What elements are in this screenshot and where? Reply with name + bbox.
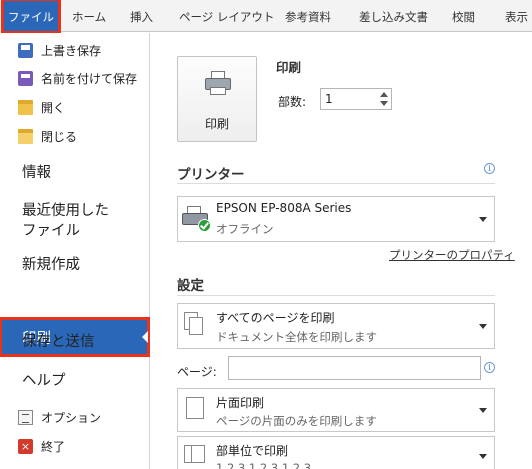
recent-line-2: ファイル (22, 223, 80, 239)
pages-input[interactable] (228, 356, 481, 380)
print-sides-title: 片面印刷 (216, 396, 265, 410)
save-as-label: 名前を付けて保存 (41, 71, 138, 86)
sidebar-item-new[interactable]: 新規作成 (22, 255, 80, 275)
print-button-label: 印刷 (204, 117, 229, 131)
printer-icon (205, 71, 231, 95)
options-icon (18, 409, 33, 425)
divider (177, 183, 495, 184)
tab-review[interactable]: 校閲 (452, 0, 475, 32)
chevron-down-icon[interactable] (380, 101, 388, 106)
printer-dropdown[interactable]: EPSON EP-808A Series オフライン (177, 196, 495, 242)
collate-icon (184, 445, 206, 469)
save-as-command[interactable]: 名前を付けて保存 (18, 67, 137, 89)
options-command[interactable]: オプション (18, 406, 101, 428)
settings-section-title: 設定 (177, 278, 204, 294)
collate-desc: 1,2,3 1,2,3 1,2,3 (216, 461, 312, 469)
recent-line-1: 最近使用した (22, 203, 109, 219)
exit-icon: × (18, 438, 33, 454)
print-button[interactable]: 印刷 (177, 56, 257, 142)
print-sides-dropdown[interactable]: 片面印刷 ページの片面のみを印刷します (177, 388, 495, 432)
dropdown-caret-icon (479, 408, 487, 413)
save-as-icon (18, 70, 33, 86)
tab-file[interactable]: ファイル (1, 0, 61, 34)
ribbon-tab-bar: ファイル ホーム 挿入 ページ レイアウト 参考資料 差し込み文書 校閲 表示 (0, 0, 532, 34)
tab-page-layout[interactable]: ページ レイアウト (179, 0, 274, 32)
close-folder-icon (18, 128, 33, 144)
printer-section-title: プリンター (177, 167, 245, 183)
divider (177, 295, 495, 296)
printer-status: オフライン (216, 222, 274, 236)
open-folder-icon (18, 99, 33, 115)
exit-label: 終了 (41, 439, 66, 454)
print-panel: 印刷 印刷 部数: 1 プリンター i EPSON EP-808A Series… (150, 33, 532, 469)
one-sided-icon (184, 397, 206, 423)
sidebar-item-recent[interactable]: 最近使用した ファイル (22, 201, 109, 241)
info-icon[interactable]: i (484, 163, 495, 174)
copies-label: 部数: (278, 95, 307, 109)
print-range-title: すべてのページを印刷 (216, 311, 335, 325)
save-label: 上書き保存 (41, 43, 102, 58)
close-label: 閉じる (41, 129, 78, 144)
tab-references[interactable]: 参考資料 (285, 0, 331, 32)
print-sides-desc: ページの片面のみを印刷します (216, 414, 377, 428)
print-title: 印刷 (276, 60, 302, 75)
print-range-dropdown[interactable]: すべてのページを印刷 ドキュメント全体を印刷します (177, 303, 495, 349)
printer-properties-link[interactable]: プリンターのプロパティ (389, 247, 515, 263)
exit-command[interactable]: × 終了 (18, 435, 65, 457)
tab-insert[interactable]: 挿入 (130, 0, 153, 32)
backstage-sidebar: 上書き保存 名前を付けて保存 開く 閉じる 情報 最近使用した ファイル 新規作… (0, 33, 150, 469)
save-command[interactable]: 上書き保存 (18, 39, 101, 61)
open-command[interactable]: 開く (18, 96, 65, 118)
tab-view[interactable]: 表示 (505, 0, 528, 32)
dropdown-caret-icon (479, 324, 487, 329)
sidebar-item-save-send[interactable]: 保存と送信 (22, 332, 95, 352)
all-pages-icon (184, 312, 206, 338)
options-label: オプション (41, 410, 102, 425)
sidebar-item-help[interactable]: ヘルプ (22, 371, 66, 391)
dropdown-caret-icon (479, 454, 487, 459)
printer-name: EPSON EP-808A Series (216, 201, 352, 215)
save-icon (18, 42, 33, 58)
tab-home[interactable]: ホーム (72, 0, 106, 32)
open-label: 開く (41, 100, 66, 115)
dropdown-caret-icon (479, 217, 487, 222)
selected-arrow-icon (142, 331, 148, 343)
collate-title: 部単位で印刷 (216, 444, 289, 458)
copies-stepper[interactable]: 1 (320, 88, 392, 110)
close-command[interactable]: 閉じる (18, 125, 77, 147)
printer-ready-icon (182, 205, 212, 233)
pages-label: ページ: (177, 365, 217, 379)
print-range-desc: ドキュメント全体を印刷します (216, 330, 377, 344)
copies-value: 1 (325, 92, 333, 106)
collate-dropdown[interactable]: 部単位で印刷 1,2,3 1,2,3 1,2,3 (177, 436, 495, 469)
chevron-up-icon[interactable] (380, 92, 388, 97)
tab-mailings[interactable]: 差し込み文書 (359, 0, 428, 32)
info-icon[interactable]: i (484, 362, 495, 373)
sidebar-item-info[interactable]: 情報 (22, 163, 51, 183)
